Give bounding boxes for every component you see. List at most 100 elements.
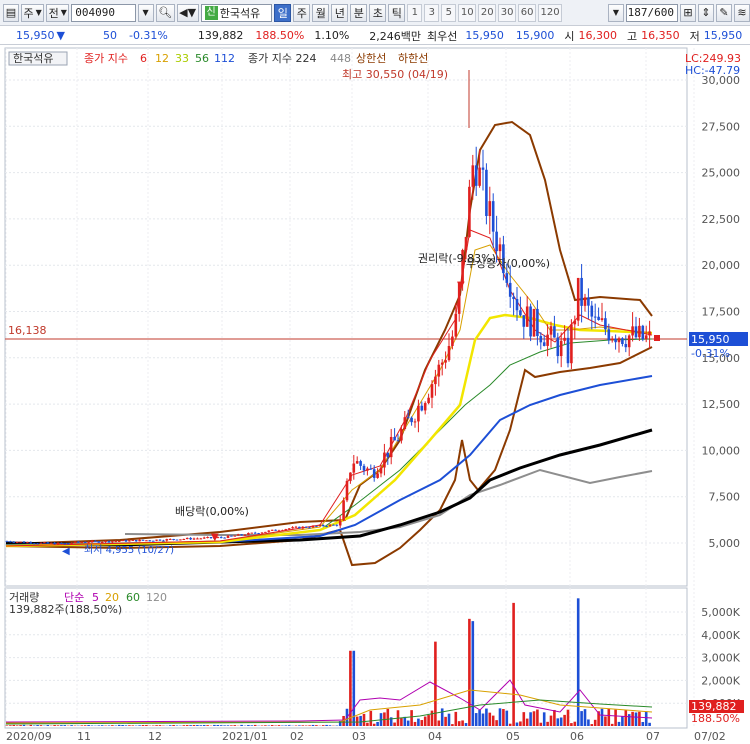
lines-icon[interactable]: ≋ — [733, 3, 750, 22]
volume-bar — [284, 725, 288, 726]
code-input[interactable]: 004090 — [71, 3, 136, 22]
candle-body — [318, 524, 322, 527]
candle-body — [430, 384, 434, 398]
grid-icon[interactable]: ⊞ — [679, 3, 696, 22]
candle-body — [148, 540, 152, 542]
volume-bar — [423, 716, 427, 726]
interval-120[interactable]: 120 — [538, 3, 562, 22]
volume-bar — [287, 725, 291, 726]
period-second[interactable]: 초 — [369, 3, 387, 22]
volume-bar — [563, 714, 566, 726]
open-label: 시 — [564, 29, 575, 43]
volume-bar — [298, 725, 301, 726]
candle-body — [335, 524, 339, 526]
bid-price: 15,900 — [515, 29, 555, 42]
candle-body — [495, 231, 498, 252]
candle-body — [471, 165, 475, 187]
period-week[interactable]: 주 — [293, 3, 311, 22]
stock-chart[interactable]: 한국석유 종가 지수 6 12 33 56 112 종가 지수 224 448 … — [0, 47, 750, 744]
interval-1[interactable]: 1 — [407, 3, 423, 22]
market-select[interactable]: 전 ▼ — [46, 3, 70, 22]
volume-bar — [536, 709, 539, 726]
volume-bar — [593, 719, 597, 726]
volume-bar — [638, 711, 641, 726]
candle-body — [270, 529, 274, 531]
candle-body — [247, 533, 250, 535]
candle-body — [308, 527, 311, 529]
volume-bar — [644, 711, 648, 726]
candle-body — [546, 334, 549, 346]
candle-body — [151, 540, 155, 542]
chart-menu-icon[interactable]: ▤ — [3, 3, 19, 22]
candle-body — [226, 535, 230, 538]
period-minute[interactable]: 분 — [350, 3, 368, 22]
volume-bar — [648, 722, 651, 726]
interval-10[interactable]: 10 — [458, 3, 477, 22]
volume-bar — [253, 724, 257, 726]
volume-bar — [583, 709, 587, 726]
candle-body — [403, 417, 407, 429]
volume-bar — [444, 716, 447, 726]
volume-bar — [440, 708, 444, 726]
candle-body — [60, 542, 63, 544]
count-field[interactable]: 187/600 — [625, 3, 678, 22]
candle-body — [393, 436, 396, 441]
volume-bar — [457, 721, 461, 726]
candle-body — [199, 538, 203, 540]
type-select[interactable]: 주 ▼ — [21, 3, 45, 22]
candle-body — [12, 541, 16, 543]
volume-bar — [369, 710, 373, 726]
candle-body — [610, 338, 614, 341]
period-tick[interactable]: 틱 — [388, 3, 406, 22]
volume-bar — [556, 718, 560, 726]
candle-body — [192, 538, 196, 540]
volume-bar — [614, 709, 617, 726]
period-month[interactable]: 월 — [312, 3, 330, 22]
candle-body — [566, 337, 570, 364]
search-icon[interactable]: 🔍︎ — [155, 3, 175, 22]
candle-body — [5, 541, 9, 543]
candle-body — [451, 336, 454, 346]
period-day[interactable]: 일 — [274, 3, 292, 22]
candle-body — [434, 376, 437, 385]
price-tick-label: 5,000 — [709, 537, 741, 550]
interval-3[interactable]: 3 — [424, 3, 440, 22]
arrows-icon[interactable]: ⇕ — [697, 3, 714, 22]
candle-body — [32, 543, 36, 545]
candle-body — [379, 467, 383, 474]
code-dropdown-icon[interactable]: ▼ — [137, 3, 154, 22]
date-tick-label: 07/02 — [694, 730, 726, 743]
last-price-percent: -0.31% — [691, 347, 730, 360]
new-badge: 신 — [204, 5, 218, 20]
volume-bar — [376, 721, 379, 726]
speaker-icon[interactable]: ◀▼ — [176, 3, 199, 22]
volume-bar — [566, 709, 570, 726]
volume-bar — [508, 723, 512, 726]
change-percent: -0.31% — [128, 29, 168, 42]
interval-60[interactable]: 60 — [518, 3, 537, 22]
candle-body — [488, 201, 492, 217]
volume-bar — [121, 725, 124, 726]
candle-body — [66, 543, 70, 545]
volume-bar — [53, 725, 56, 726]
best-bid-label: 최우선 — [427, 29, 458, 43]
candle-body — [590, 305, 594, 317]
interval-dropdown-icon[interactable]: ▼ — [607, 3, 624, 22]
volume-bar — [468, 618, 471, 726]
interval-30[interactable]: 30 — [498, 3, 517, 22]
interval-20[interactable]: 20 — [478, 3, 497, 22]
candle-body — [593, 316, 597, 318]
candle-body — [243, 534, 247, 536]
candle-body — [165, 539, 169, 541]
volume-bar — [141, 725, 145, 726]
volume-bar — [580, 711, 583, 726]
candle-body — [604, 318, 607, 330]
pencil-icon[interactable]: ✎ — [715, 3, 732, 22]
volume-bar — [519, 721, 522, 726]
interval-5[interactable]: 5 — [441, 3, 457, 22]
candle-body — [529, 306, 532, 337]
stock-name-field: 신 한국석유 — [200, 3, 273, 22]
candle-body — [111, 541, 114, 543]
period-year[interactable]: 년 — [331, 3, 349, 22]
legend-limit-down: 하한선 — [398, 51, 428, 65]
